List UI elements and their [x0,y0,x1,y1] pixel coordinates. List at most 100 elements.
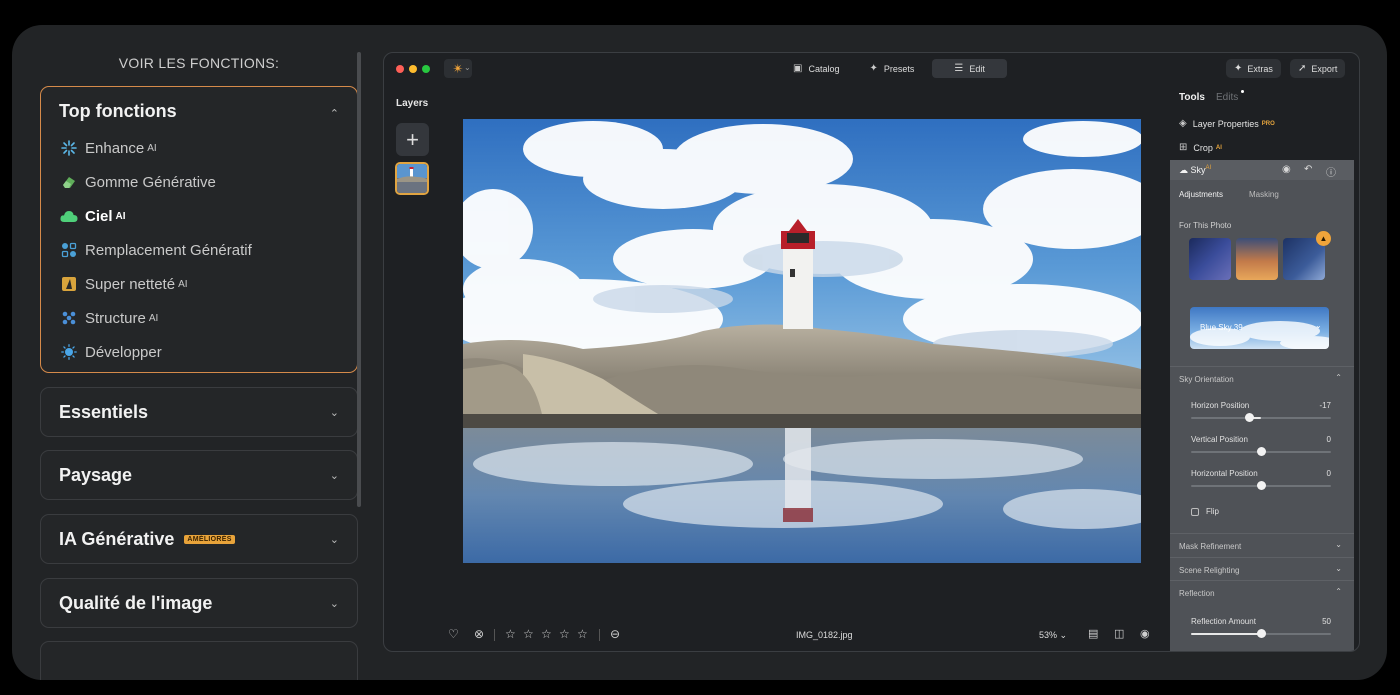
feature-enhance[interactable]: Enhance AI [60,137,157,159]
sky-panel: ☁ SkyAI ◉ ↶ ⓘ Adjustments Masking For Th… [1170,160,1354,651]
sun-icon [60,343,78,361]
cloud-icon [60,207,78,225]
eraser-icon [60,173,78,191]
main-photo[interactable] [463,119,1141,563]
reject-icon[interactable]: ⊗ [474,627,484,641]
chevron-down-icon: ⌄ [1335,564,1342,573]
slider-knob[interactable] [1256,447,1266,456]
sun-logo-icon: ✴ [452,60,464,76]
feature-ciel[interactable]: Ciel AI [60,205,126,227]
file-name: IMG_0182.jpg [796,630,853,640]
slider-knob[interactable] [1256,481,1266,490]
chevron-down-icon: ⌄ [1335,540,1342,549]
cart-icon[interactable]: ▲ [1316,231,1331,246]
zoom-window-button[interactable] [422,65,430,73]
selected-sky-dropdown[interactable]: Blue Sky 39 ⌄ [1190,307,1329,349]
flip-checkbox[interactable]: Flip [1191,507,1219,516]
promo-stage: VOIR LES FONCTIONS: Top fonctions ⌃ Enha… [12,25,1387,680]
structure-icon [60,309,78,327]
zoom-level[interactable]: 53% ⌄ [1039,630,1067,641]
sky-orientation-section[interactable]: Sky Orientation ⌃ [1170,366,1354,390]
star-1-icon[interactable]: ☆ [505,627,516,641]
chevron-up-icon: ⌃ [1335,587,1342,596]
card-ia-generative[interactable]: IA Générative AMÉLIORÉS ⌄ [40,514,358,564]
feature-super-nettete[interactable]: Super netteté AI [60,273,188,295]
eye-icon[interactable]: ◉ [1140,627,1150,640]
tab-adjustments[interactable]: Adjustments [1179,190,1223,199]
bottom-toolbar: ♡ ⊗ ☆ ☆ ☆ ☆ ☆ ⊖ IMG_0182.jpg 53% ⌄ ▤ ◫ ◉ [384,623,1169,647]
tab-edits[interactable]: Edits [1216,92,1238,103]
for-this-photo-label: For This Photo [1179,221,1232,230]
chevron-down-icon[interactable]: ⌄ [330,469,339,482]
chevron-down-icon[interactable]: ⌄ [330,597,339,610]
layer-properties-item[interactable]: ◈ Layer Properties PRO [1179,118,1275,129]
crop-icon: ⊞ [1179,142,1188,153]
sky-preset-sunset[interactable] [1236,238,1278,280]
folder-icon: ▣ [793,63,803,74]
feature-list: VOIR LES FONCTIONS: Top fonctions ⌃ Enha… [40,25,358,680]
star-2-icon[interactable]: ☆ [523,627,534,641]
export-icon: ➚ [1298,63,1307,74]
feature-remplacement[interactable]: Remplacement Génératif [60,239,252,261]
layer-thumbnail[interactable] [395,162,429,195]
tab-catalog[interactable]: ▣ Catalog [781,59,851,78]
feature-gomme[interactable]: Gomme Générative [60,171,216,193]
replace-icon [60,241,78,259]
chevron-up-icon: ⌃ [1335,373,1342,382]
info-icon[interactable]: ⓘ [1326,164,1336,179]
compare-icon[interactable]: ▤ [1088,627,1098,640]
add-layer-button[interactable]: + [396,123,429,156]
chevron-up-icon[interactable]: ⌃ [330,107,339,120]
mask-refinement-section[interactable]: Mask Refinement ⌄ [1170,533,1354,557]
tab-presets[interactable]: ✦ Presets [857,59,926,78]
chevron-down-icon: ⌄ [1315,321,1322,330]
card-essentiels[interactable]: Essentiels ⌄ [40,387,358,437]
ameliores-badge: AMÉLIORÉS [184,534,235,544]
card-paysage[interactable]: Paysage ⌄ [40,450,358,500]
app-window: ✴ ⌄ ▣ Catalog ✦ Presets ☰ Edit ✦ Extras ➚ Exp… [383,52,1360,652]
card-next[interactable] [40,641,358,680]
presets-icon: ✦ [869,63,878,74]
feature-scrollbar[interactable] [357,52,361,507]
checkbox[interactable] [1191,507,1199,516]
star-4-icon[interactable]: ☆ [559,627,570,641]
undo-icon[interactable]: ↶ [1304,164,1312,175]
sparkle-icon: ✦ [1234,63,1243,74]
feature-structure[interactable]: Structure AI [60,307,158,329]
chevron-down-icon[interactable]: ⌄ [330,406,339,419]
plus-icon: + [406,126,419,152]
sky-header[interactable]: ☁ SkyAI ◉ ↶ ⓘ [1170,160,1354,180]
eye-icon[interactable]: ◉ [1282,164,1291,175]
card-top-fonctions[interactable]: Top fonctions ⌃ Enhance AI Gomme Générati… [40,86,358,373]
heart-icon[interactable]: ♡ [448,627,459,641]
cloud-icon: ☁ [1179,165,1188,175]
sky-preset-night[interactable] [1189,238,1231,280]
split-view-icon[interactable]: ◫ [1114,627,1124,640]
clear-rating-icon[interactable]: ⊖ [610,627,620,641]
tab-masking[interactable]: Masking [1249,190,1279,199]
tab-tools[interactable]: Tools [1179,92,1205,103]
title-bar: ✴ ⌄ ▣ Catalog ✦ Presets ☰ Edit ✦ Extras ➚ Exp… [384,53,1359,85]
star-3-icon[interactable]: ☆ [541,627,552,641]
reflection-section[interactable]: Reflection ⌃ [1170,580,1354,604]
edits-indicator [1241,90,1244,93]
chevron-down-icon[interactable]: ⌄ [330,533,339,546]
export-button[interactable]: ➚ Export [1290,59,1346,78]
layers-label: Layers [396,98,429,109]
chevron-down-icon[interactable]: ⌄ [464,63,471,72]
slider-knob[interactable] [1244,413,1254,422]
sliders-icon: ☰ [954,63,964,74]
card-qualite-image[interactable]: Qualité de l'image ⌄ [40,578,358,628]
tab-edit[interactable]: ☰ Edit [932,59,1007,78]
triangle-icon [60,275,78,293]
slider-knob[interactable] [1256,629,1266,638]
minimize-window-button[interactable] [409,65,417,73]
star-5-icon[interactable]: ☆ [577,627,588,641]
extras-button[interactable]: ✦ Extras [1226,59,1281,78]
crop-item[interactable]: ⊞ Crop AI [1179,142,1222,153]
layers-icon: ◈ [1179,118,1187,129]
feature-developper[interactable]: Développer [60,341,162,363]
scene-relighting-section[interactable]: Scene Relighting ⌄ [1170,557,1354,581]
close-window-button[interactable] [396,65,404,73]
sparkle-icon [60,139,78,157]
